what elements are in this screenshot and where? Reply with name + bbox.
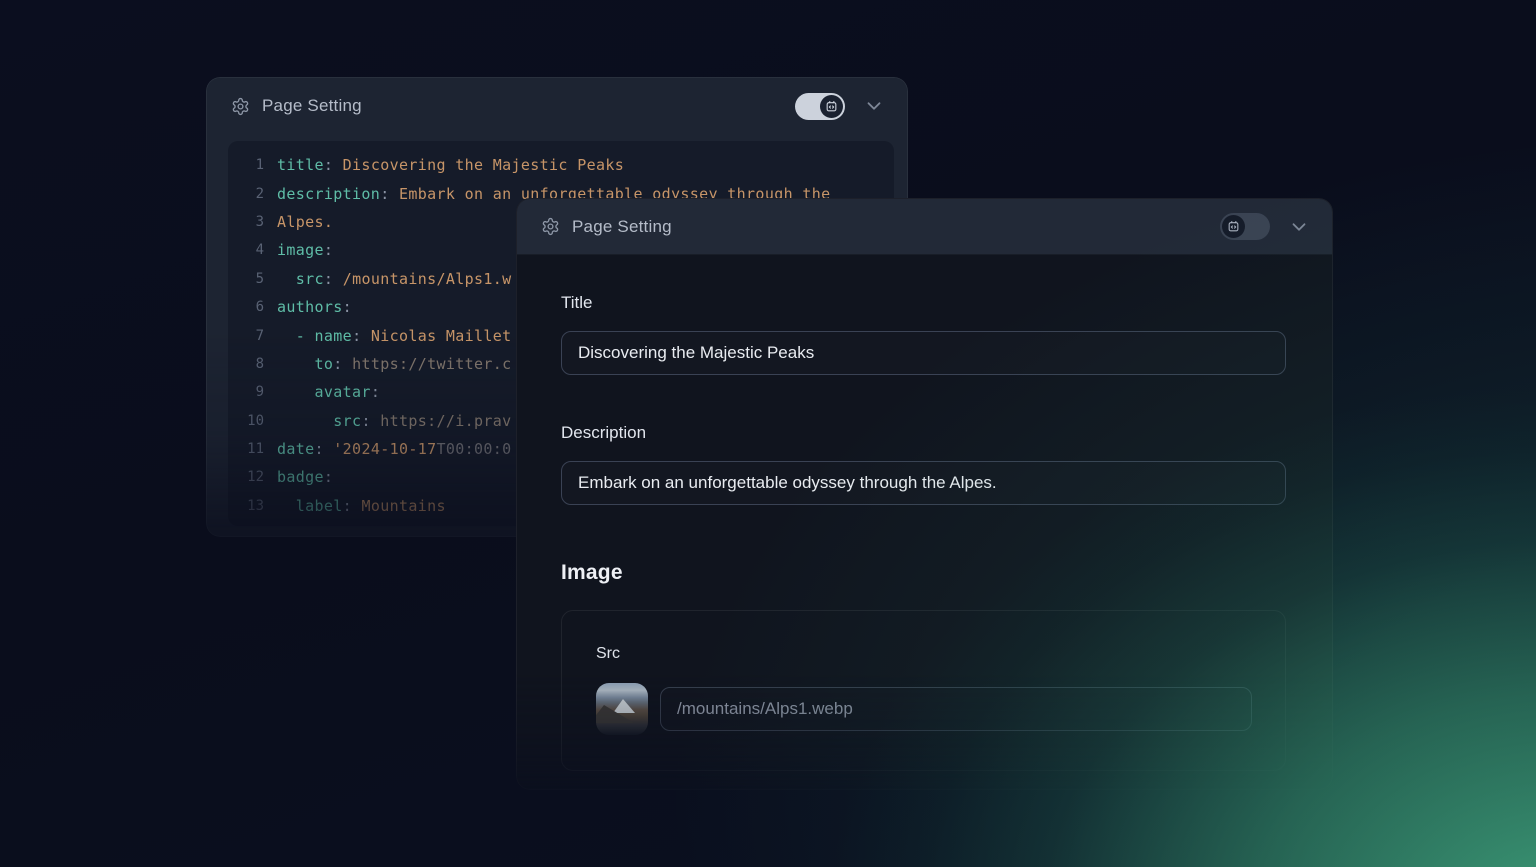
line-number: 1	[228, 157, 264, 173]
line-number: 8	[228, 356, 264, 372]
image-settings-card: Src	[561, 610, 1286, 771]
line-number: 12	[228, 469, 264, 485]
code-view-toggle[interactable]	[1220, 213, 1270, 240]
panel-header: Page Setting	[207, 78, 907, 134]
src-label: Src	[596, 645, 620, 663]
chevron-down-icon[interactable]	[863, 95, 885, 117]
line-number: 3	[228, 214, 264, 230]
line-number: 7	[228, 328, 264, 344]
title-label: Title	[561, 293, 593, 313]
line-number: 5	[228, 271, 264, 287]
line-number: 6	[228, 299, 264, 315]
code-line: 1title: Discovering the Majestic Peaks	[228, 151, 894, 179]
code-toggle-knob-icon	[820, 95, 843, 118]
panel-header: Page Setting	[517, 199, 1332, 255]
line-number: 13	[228, 498, 264, 514]
image-thumbnail[interactable]	[596, 683, 648, 735]
page-setting-form: Title Description Image Src	[517, 255, 1332, 789]
gear-icon	[541, 217, 560, 236]
panel-title: Page Setting	[262, 96, 362, 116]
line-number: 2	[228, 186, 264, 202]
description-label: Description	[561, 423, 646, 443]
code-view-toggle[interactable]	[795, 93, 845, 120]
panel-title: Page Setting	[572, 217, 672, 237]
image-section-heading: Image	[561, 561, 623, 585]
chevron-down-icon[interactable]	[1288, 216, 1310, 238]
page-setting-panel-form-view: Page Setting Title Description Image Src	[516, 198, 1333, 790]
description-input[interactable]	[561, 461, 1286, 505]
line-number: 4	[228, 242, 264, 258]
code-toggle-knob-icon	[1222, 215, 1245, 238]
title-input[interactable]	[561, 331, 1286, 375]
line-number: 11	[228, 441, 264, 457]
line-number: 10	[228, 413, 264, 429]
src-input[interactable]	[660, 687, 1252, 731]
gear-icon	[231, 97, 250, 116]
line-number: 9	[228, 384, 264, 400]
